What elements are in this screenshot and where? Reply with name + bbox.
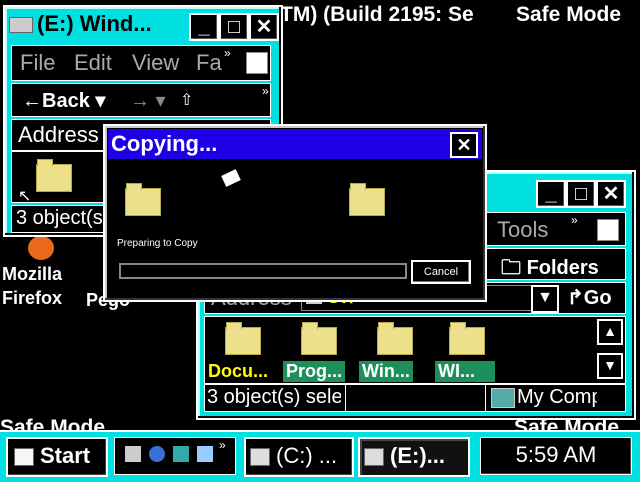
desktop-build-text: TM) (Build 2195: Se — [280, 3, 474, 26]
file-item[interactable]: Win... — [359, 317, 429, 383]
task-button-e-drive[interactable]: (E:)... — [358, 437, 470, 477]
window-e-titlebar[interactable]: (E:) Wind... _ □ ✕ — [9, 11, 279, 41]
status-text: 3 object(s) — [16, 207, 110, 229]
start-button[interactable]: Start — [6, 437, 108, 477]
go-label: Go — [583, 287, 612, 309]
file-item[interactable]: Prog... — [281, 317, 351, 383]
search-icon[interactable] — [197, 446, 213, 462]
destination-folder-icon — [349, 183, 385, 216]
status-divider — [345, 385, 346, 411]
status-zone: My Comp — [517, 386, 597, 408]
folders-label: Folders — [526, 257, 599, 279]
my-computer-icon — [491, 388, 515, 408]
folder-icon — [449, 322, 485, 355]
back-arrow-icon: ← — [22, 90, 42, 112]
back-button[interactable]: ←Back ▾ — [22, 88, 105, 113]
drive-icon — [364, 448, 384, 467]
dialog-status-text: Preparing to Copy — [117, 238, 198, 249]
minimize-button[interactable]: _ — [536, 180, 566, 208]
folder-icon — [225, 322, 261, 355]
file-label: Docu... — [208, 361, 269, 381]
source-folder-icon — [125, 183, 161, 216]
status-text: 3 object(s) sele — [207, 386, 341, 408]
folder-icon — [301, 322, 337, 355]
flying-paper-icon — [221, 169, 241, 187]
task-label: (C:) ... — [276, 443, 338, 468]
windows-logo-icon — [597, 219, 619, 241]
task-button-c-drive[interactable]: (C:) ... — [244, 437, 354, 477]
forward-icon[interactable]: → ▾ — [130, 88, 166, 113]
scroll-up-button[interactable]: ▲ — [597, 319, 623, 345]
address-label: Address — [18, 122, 99, 147]
up-folder-icon[interactable]: ⇧ — [180, 90, 193, 110]
menu-view[interactable]: View — [132, 50, 179, 76]
window-e-title: (E:) Wind... — [37, 11, 152, 36]
go-arrow-icon: ↱ — [567, 287, 584, 309]
chevron-icon[interactable]: » — [224, 46, 231, 60]
desktop-icon-label: Mozilla — [2, 264, 63, 284]
cancel-button[interactable]: Cancel — [411, 260, 471, 284]
show-desktop-icon[interactable] — [125, 446, 141, 462]
minimize-button[interactable]: _ — [189, 13, 219, 41]
file-label: WI... — [435, 361, 495, 382]
file-label: Win... — [359, 361, 413, 382]
file-item[interactable]: Docu... — [205, 317, 275, 383]
drive-icon — [250, 448, 270, 467]
firefox-icon — [28, 236, 54, 260]
close-button[interactable]: ✕ — [450, 132, 478, 158]
chevron-icon[interactable]: » — [571, 213, 578, 227]
task-label: (E:)... — [390, 443, 445, 468]
go-button[interactable]: ↱Go — [567, 285, 612, 310]
window-c-statusbar: 3 object(s) sele My Comp — [204, 384, 626, 412]
browser-icon[interactable] — [149, 446, 165, 462]
desktop-icon-label: Firefox — [2, 288, 63, 308]
window-c-filepane: Docu... Prog... Win... WI... ▲ ▼ — [204, 316, 626, 384]
quick-launch-bar: » — [114, 437, 236, 475]
scroll-down-button[interactable]: ▼ — [597, 353, 623, 379]
file-label: Prog... — [283, 361, 346, 382]
window-e-toolbar: ←Back ▾ → ▾ ⇧ » — [11, 83, 271, 117]
menu-favorites[interactable]: Fa — [196, 50, 222, 76]
menu-tools[interactable]: Tools — [497, 217, 548, 243]
maximize-button[interactable]: □ — [566, 180, 596, 208]
system-clock[interactable]: 5:59 AM — [480, 437, 632, 475]
address-dropdown-button[interactable]: ▼ — [531, 285, 559, 313]
dialog-title: Copying... — [111, 131, 218, 156]
menu-file[interactable]: File — [20, 50, 55, 76]
close-button[interactable]: ✕ — [596, 180, 626, 208]
folders-icon: 🗀 — [501, 257, 521, 279]
maximize-button[interactable]: □ — [219, 13, 249, 41]
windows-logo-icon — [246, 52, 268, 74]
copy-progress-bar — [119, 263, 407, 279]
chevron-icon[interactable]: » — [262, 84, 269, 98]
close-icon: ✕ — [456, 135, 472, 155]
copying-dialog: Copying... ✕ Preparing to Copy Cancel — [103, 124, 487, 302]
menu-edit[interactable]: Edit — [74, 50, 112, 76]
windows-logo-icon — [14, 448, 34, 467]
chevron-icon[interactable]: » — [219, 438, 226, 452]
desktop-icon-firefox[interactable]: Mozilla Firefox — [2, 236, 82, 312]
close-button[interactable]: ✕ — [249, 13, 279, 41]
drive-icon — [9, 17, 33, 33]
folder-icon — [377, 322, 413, 355]
chevron-down-icon: ▼ — [603, 357, 617, 373]
start-label: Start — [40, 443, 91, 468]
back-label: Back — [42, 90, 90, 112]
safe-mode-top-right: Safe Mode — [516, 3, 622, 26]
folder-icon[interactable] — [36, 159, 72, 192]
window-e-menubar: File Edit View Fa » — [11, 45, 271, 81]
file-item[interactable]: WI... — [435, 317, 501, 383]
chevron-down-icon: ▼ — [537, 289, 553, 306]
status-divider — [485, 385, 486, 411]
mouse-cursor-icon: ↖ — [18, 188, 32, 205]
chevron-up-icon: ▲ — [603, 323, 617, 339]
dialog-titlebar[interactable]: Copying... ✕ — [108, 129, 482, 159]
explorer-icon[interactable] — [173, 446, 189, 462]
